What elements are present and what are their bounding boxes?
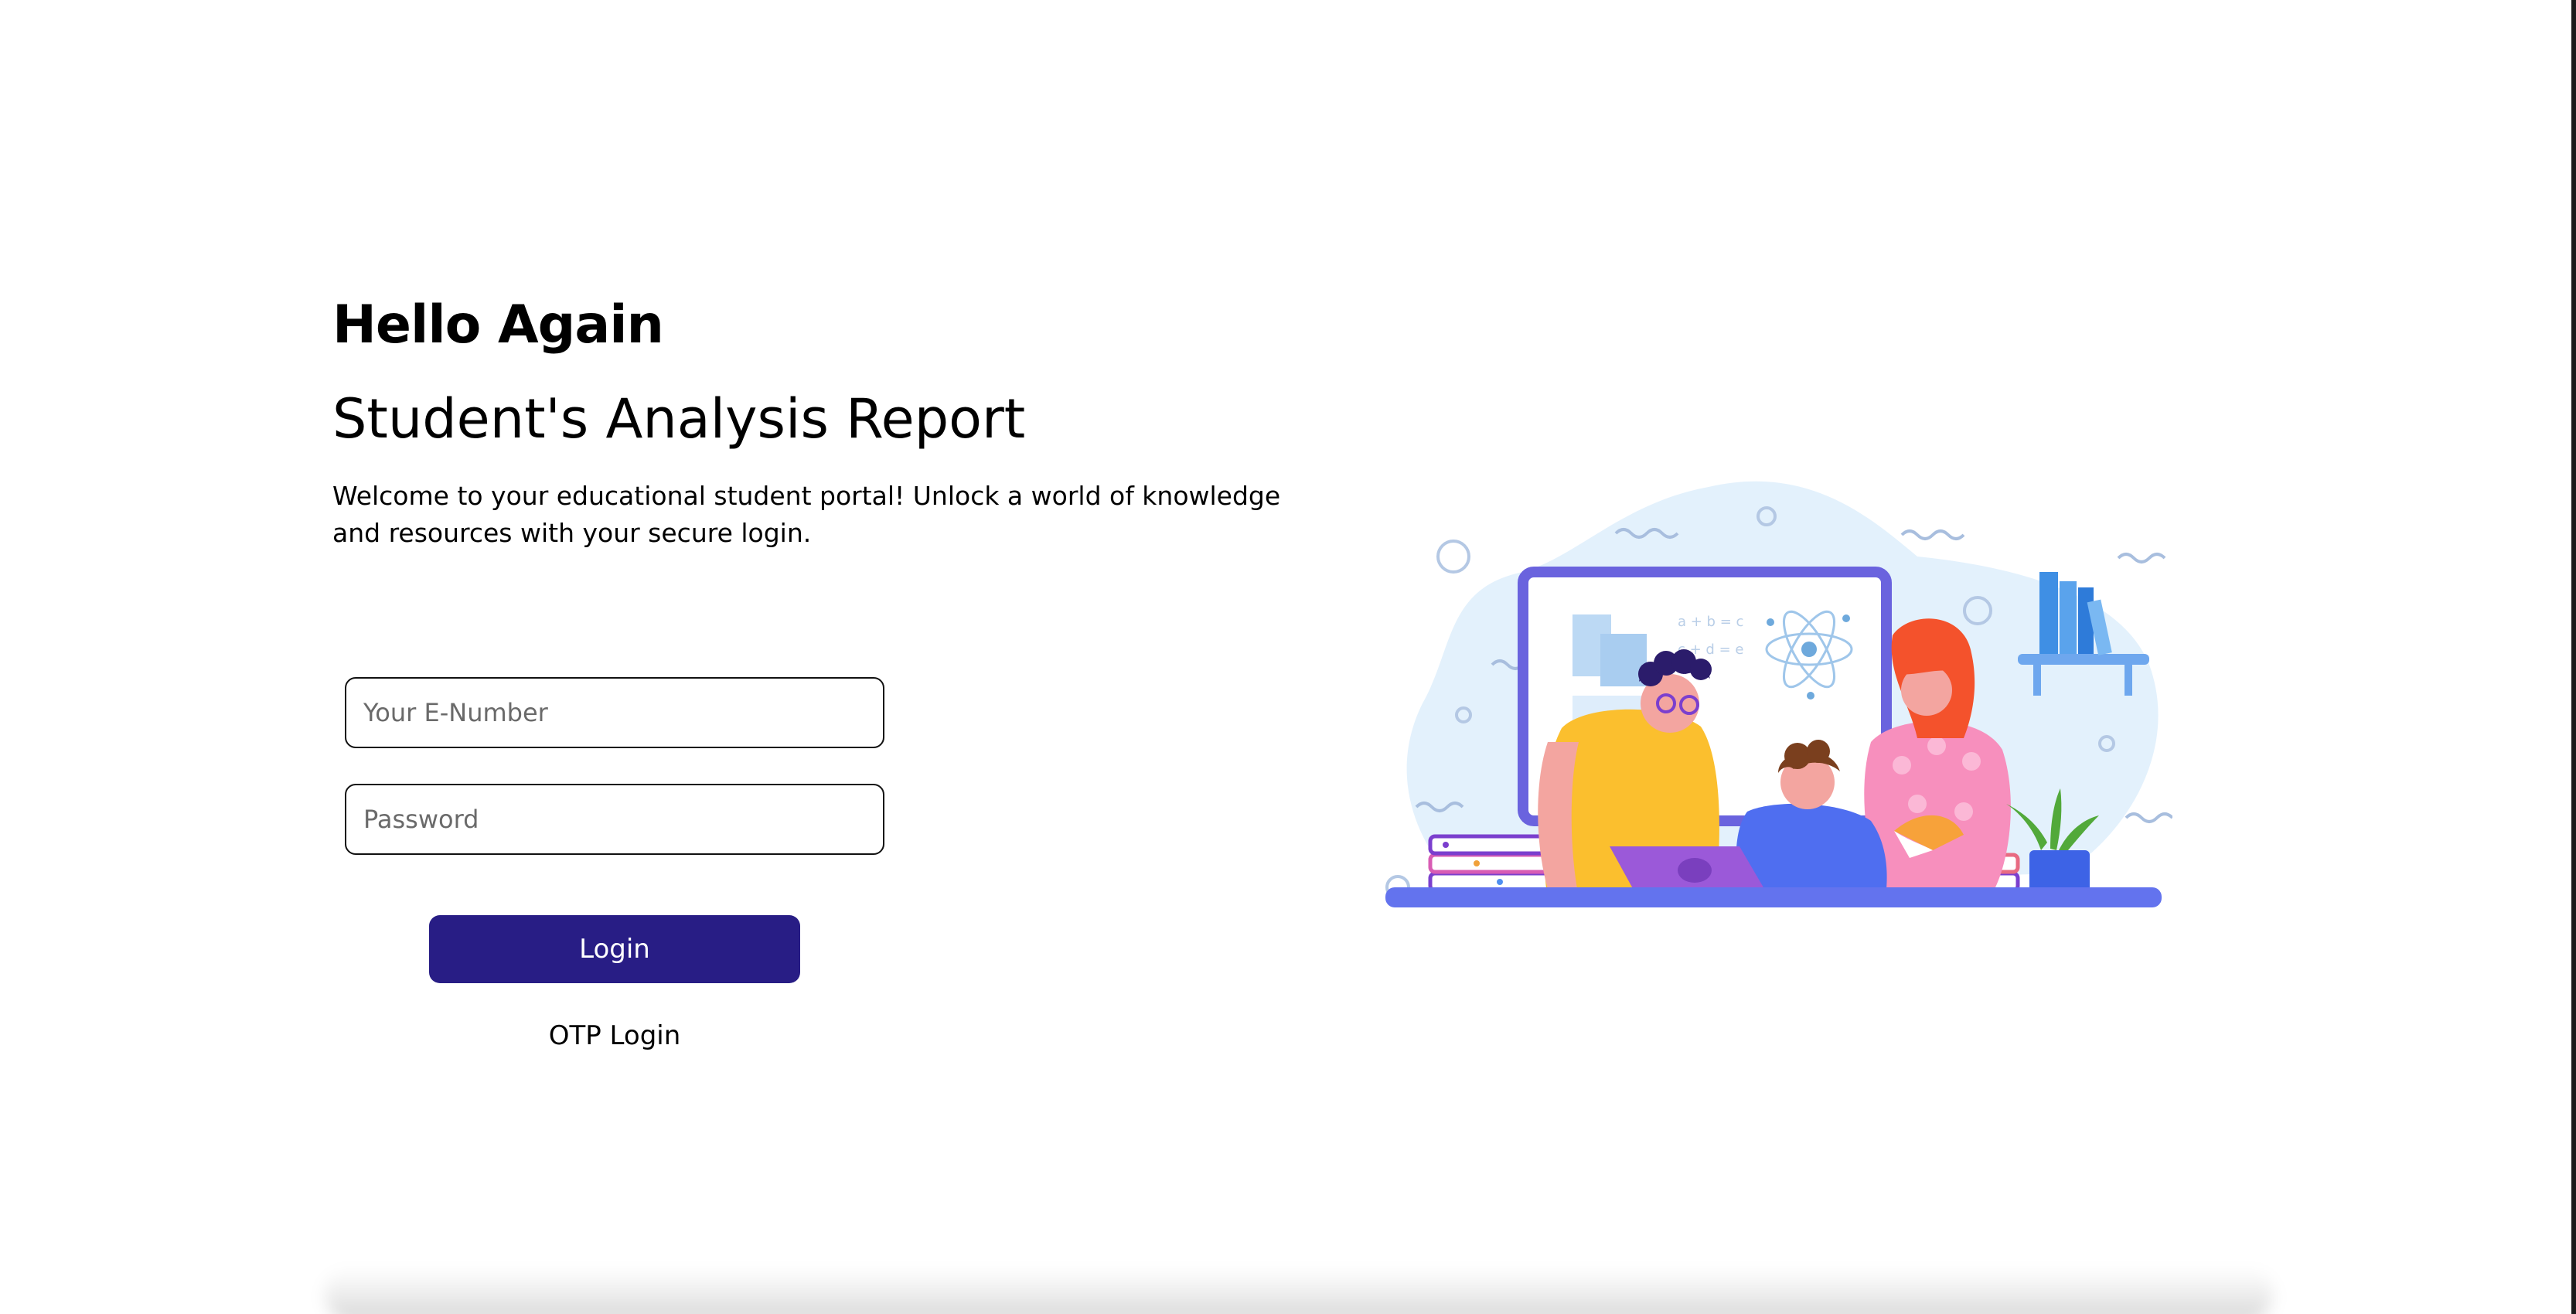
login-page: Hello Again Student's Analysis Report We…	[0, 0, 2576, 1314]
e-number-input[interactable]	[345, 677, 884, 748]
login-button[interactable]: Login	[429, 915, 800, 983]
page-title: Student's Analysis Report	[332, 386, 1026, 451]
bottom-shadow	[325, 1268, 2273, 1314]
welcome-description: Welcome to your educational student port…	[332, 480, 1281, 548]
password-input[interactable]	[345, 784, 884, 855]
login-intro: Hello Again Student's Analysis Report We…	[332, 294, 1337, 552]
otp-login-link[interactable]: OTP Login	[429, 1020, 800, 1051]
window-edge	[2571, 0, 2576, 1314]
students-learning-illustration-icon: a + b = c c + d = e	[1385, 481, 2172, 907]
greeting-heading: Hello Again	[332, 294, 664, 356]
board-formula-1: a + b = c	[1678, 614, 1743, 630]
